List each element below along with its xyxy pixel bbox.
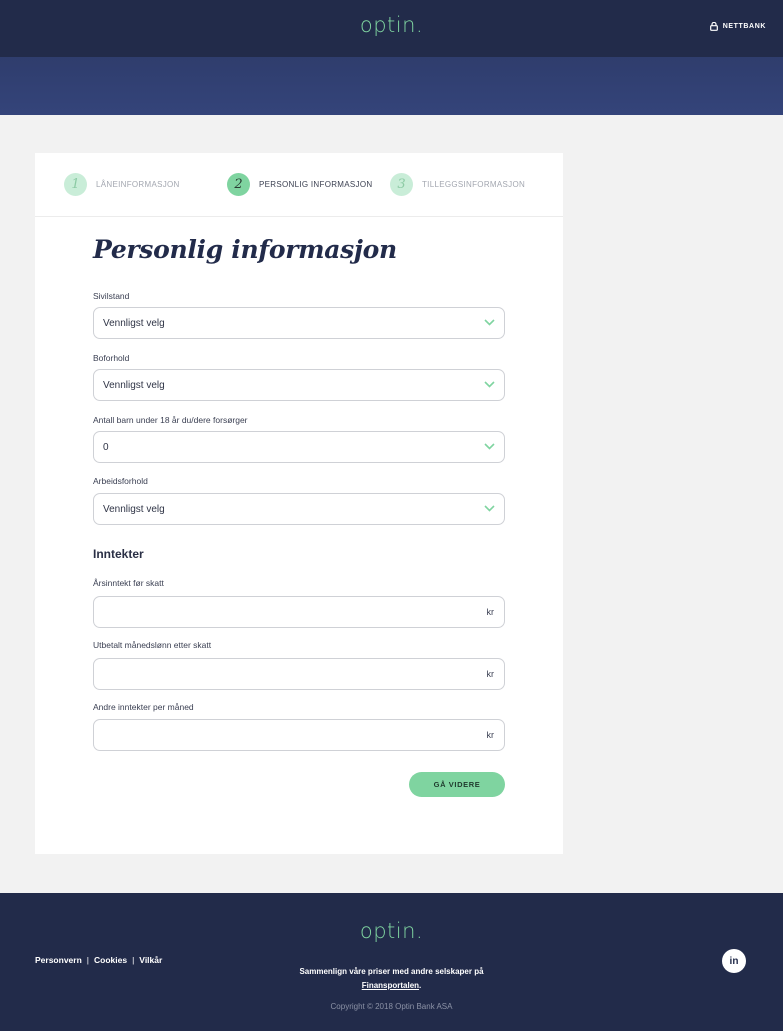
nettbank-label: NETTBANK <box>722 23 766 30</box>
hero-banner <box>0 57 783 115</box>
chevron-down-icon <box>484 318 495 329</box>
optin-logo[interactable]: optin. <box>0 13 783 37</box>
chevron-down-icon <box>484 380 495 391</box>
antall-barn-label: Antall barn under 18 år du/dere forsørge… <box>93 415 248 425</box>
andre-inntekter-input[interactable]: kr <box>93 719 505 751</box>
nettbank-link[interactable]: NETTBANK <box>709 22 766 31</box>
progress-steps: 1 LÅNEINFORMASJON 2 PERSONLIG INFORMASJO… <box>35 153 563 217</box>
ga-videre-button[interactable]: GÅ VIDERE <box>409 772 505 797</box>
select-value: Vennligst velg <box>103 379 165 391</box>
select-value: Vennligst velg <box>103 317 165 329</box>
boforhold-label: Boforhold <box>93 353 130 363</box>
top-navigation-bar: optin. NETTBANK <box>0 0 783 57</box>
currency-unit: kr <box>486 669 495 679</box>
chevron-down-icon <box>484 442 495 453</box>
step-number: 3 <box>390 173 413 196</box>
income-heading: Inntekter <box>93 547 144 561</box>
arbeidsforhold-label: Arbeidsforhold <box>93 476 148 486</box>
site-footer: optin. Personvern | Cookies | Vilkår Sam… <box>0 893 783 1031</box>
currency-unit: kr <box>486 730 495 740</box>
footer-links: Personvern | Cookies | Vilkår <box>35 955 162 965</box>
finansportalen-link[interactable]: Finansportalen <box>362 981 419 990</box>
step-laneinformasjon[interactable]: 1 LÅNEINFORMASJON <box>64 173 180 196</box>
link-separator: | <box>132 955 135 965</box>
step-label: LÅNEINFORMASJON <box>96 180 180 189</box>
lock-icon <box>709 22 718 31</box>
footer-link-cookies[interactable]: Cookies <box>94 955 127 965</box>
footer-optin-logo[interactable]: optin. <box>0 919 783 943</box>
antall-barn-select[interactable]: 0 <box>93 431 505 463</box>
arsinntekt-input[interactable]: kr <box>93 596 505 628</box>
step-label: TILLEGGSINFORMASJON <box>422 180 526 189</box>
step-label: PERSONLIG INFORMASJON <box>259 180 373 189</box>
arbeidsforhold-select[interactable]: Vennligst velg <box>93 493 505 525</box>
boforhold-select[interactable]: Vennligst velg <box>93 369 505 401</box>
arsinntekt-label: Årsinntekt før skatt <box>93 578 164 588</box>
step-number: 2 <box>227 173 250 196</box>
application-card: 1 LÅNEINFORMASJON 2 PERSONLIG INFORMASJO… <box>35 153 563 854</box>
step-personlig-informasjon[interactable]: 2 PERSONLIG INFORMASJON <box>227 173 372 196</box>
footer-link-personvern[interactable]: Personvern <box>35 955 82 965</box>
manedslonn-label: Utbetalt månedslønn etter skatt <box>93 640 212 650</box>
currency-unit: kr <box>486 607 495 617</box>
linkedin-icon[interactable]: in <box>722 949 746 973</box>
copyright-text: Copyright © 2018 Optin Bank ASA <box>330 1002 453 1011</box>
footer-link-vilkar[interactable]: Vilkår <box>139 955 162 965</box>
compare-text: Sammenlign våre priser med andre selskap… <box>299 967 484 990</box>
sivilstand-select[interactable]: Vennligst velg <box>93 307 505 339</box>
andre-inntekter-label: Andre inntekter per måned <box>93 702 194 712</box>
chevron-down-icon <box>484 504 495 515</box>
manedslonn-input[interactable]: kr <box>93 658 505 690</box>
select-value: 0 <box>103 441 109 453</box>
page-title: Personlig informasjon <box>93 235 397 264</box>
link-separator: | <box>86 955 89 965</box>
step-tilleggsinformasjon[interactable]: 3 TILLEGGSINFORMASJON <box>390 173 525 196</box>
step-number: 1 <box>64 173 87 196</box>
sivilstand-label: Sivilstand <box>93 291 130 301</box>
personal-info-form: Personlig informasjon Sivilstand Vennlig… <box>93 235 505 797</box>
select-value: Vennligst velg <box>103 503 165 515</box>
